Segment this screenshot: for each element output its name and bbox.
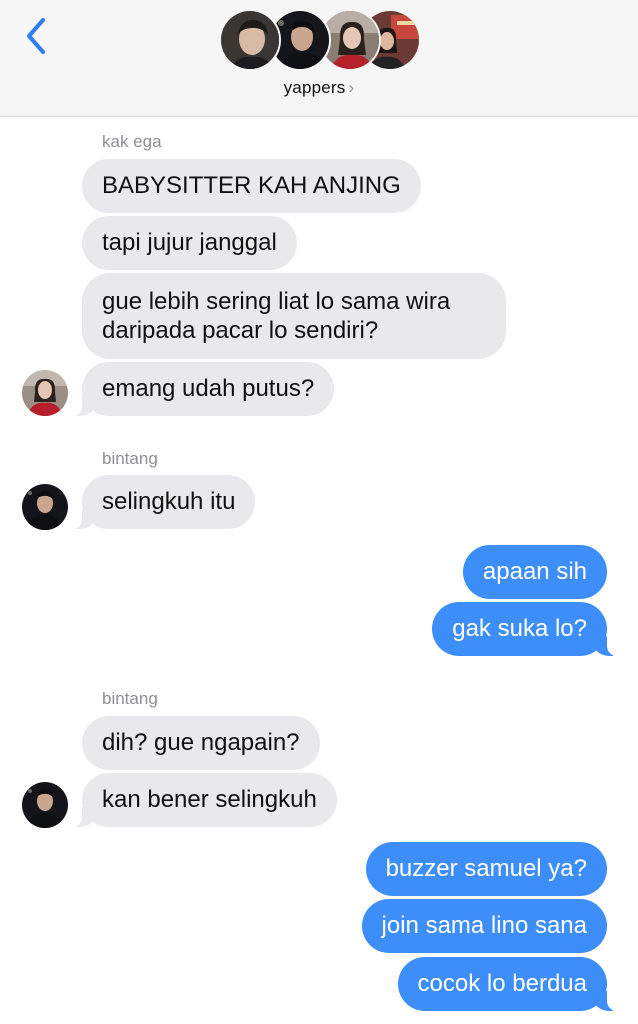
group-avatars[interactable] <box>219 9 421 71</box>
outgoing-message-bubble[interactable]: gak suka lo? <box>432 602 617 656</box>
chevron-left-icon <box>27 18 45 54</box>
sender-avatar[interactable] <box>22 782 68 828</box>
incoming-message-bubble[interactable]: tapi jujur janggal <box>82 216 297 270</box>
sender-avatar[interactable] <box>22 370 68 416</box>
incoming-message-bubble[interactable]: selingkuh itu <box>71 475 256 529</box>
incoming-message-bubble[interactable]: BABYSITTER KAH ANJING <box>82 159 421 213</box>
chevron-right-icon: › <box>348 78 355 97</box>
sender-name: bintang <box>102 449 158 468</box>
outgoing-message-bubble[interactable]: cocok lo berdua <box>397 957 618 1011</box>
sender-name: kak ega <box>102 132 162 151</box>
sender-avatar[interactable] <box>22 484 68 530</box>
outgoing-message-bubble[interactable]: apaan sih <box>462 545 607 599</box>
outgoing-message-bubble[interactable]: join sama lino sana <box>361 899 607 953</box>
incoming-message-bubble[interactable]: emang udah putus? <box>71 362 335 416</box>
back-button[interactable] <box>22 16 52 56</box>
group-name[interactable]: yappers › <box>0 78 638 98</box>
outgoing-message-bubble[interactable]: buzzer samuel ya? <box>365 842 607 896</box>
incoming-message-bubble[interactable]: kan bener selingkuh <box>72 773 337 827</box>
incoming-message-bubble[interactable]: dih? gue ngapain? <box>82 716 320 770</box>
incoming-message-bubble[interactable]: gue lebih sering liat lo sama wira darip… <box>82 273 506 359</box>
group-name-label: yappers <box>283 78 346 97</box>
sender-name: bintang <box>102 689 158 708</box>
group-member-avatar <box>219 9 281 71</box>
conversation-header: yappers › <box>0 0 638 117</box>
